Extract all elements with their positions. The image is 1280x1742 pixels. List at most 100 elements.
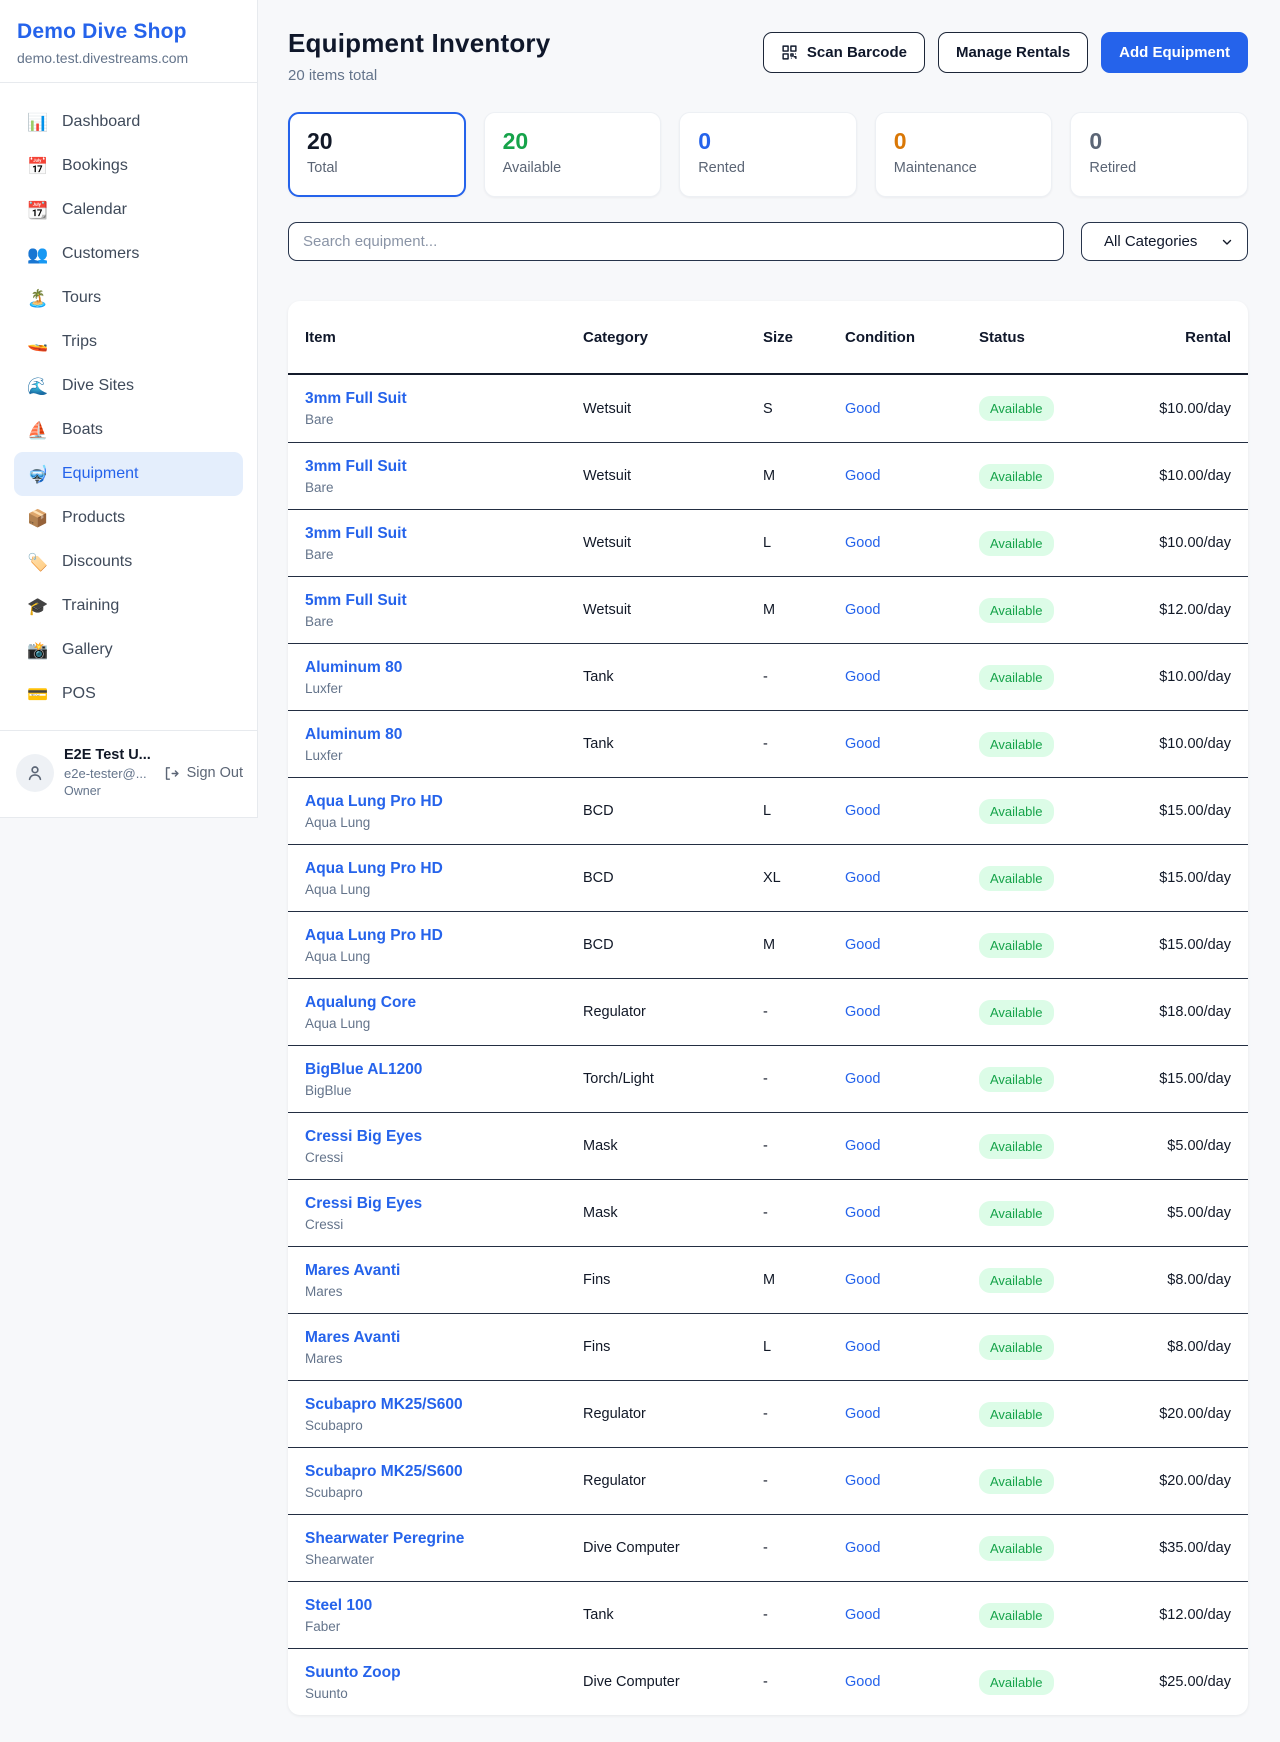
sidebar-item[interactable]: 👥 Customers — [14, 232, 243, 276]
table-row[interactable]: 3mm Full Suit Bare Wetsuit S Good Availa… — [288, 375, 1248, 442]
sidebar-item[interactable]: 📸 Gallery — [14, 628, 243, 672]
condition-link[interactable]: Good — [845, 1607, 979, 1623]
sidebar-item[interactable]: 📊 Dashboard — [14, 100, 243, 144]
condition-link[interactable]: Good — [845, 1205, 979, 1221]
sidebar-item[interactable]: 🤿 Equipment — [14, 452, 243, 496]
brand-block: Demo Dive Shop demo.test.divestreams.com — [0, 0, 257, 83]
table-row[interactable]: Mares Avanti Mares Fins M Good Available… — [288, 1246, 1248, 1313]
condition-link[interactable]: Good — [845, 468, 979, 484]
item-name-link[interactable]: Aluminum 80 — [305, 726, 583, 744]
chevron-down-icon — [1220, 235, 1234, 249]
table-row[interactable]: Aluminum 80 Luxfer Tank - Good Available… — [288, 710, 1248, 777]
condition-link[interactable]: Good — [845, 803, 979, 819]
table-row[interactable]: Shearwater Peregrine Shearwater Dive Com… — [288, 1514, 1248, 1581]
condition-link[interactable]: Good — [845, 937, 979, 953]
table-row[interactable]: Cressi Big Eyes Cressi Mask - Good Avail… — [288, 1112, 1248, 1179]
item-name-link[interactable]: Aqua Lung Pro HD — [305, 793, 583, 811]
category-select[interactable]: All Categories — [1081, 222, 1248, 261]
column-header-size: Size — [763, 329, 845, 346]
sidebar-item[interactable]: 📦 Products — [14, 496, 243, 540]
item-name-link[interactable]: 5mm Full Suit — [305, 592, 583, 610]
sidebar-item[interactable]: 🌊 Dive Sites — [14, 364, 243, 408]
table-row[interactable]: Aqua Lung Pro HD Aqua Lung BCD XL Good A… — [288, 844, 1248, 911]
sidebar-item[interactable]: 🏝️ Tours — [14, 276, 243, 320]
sidebar-item[interactable]: 🏷️ Discounts — [14, 540, 243, 584]
item-name-link[interactable]: Cressi Big Eyes — [305, 1195, 583, 1213]
condition-link[interactable]: Good — [845, 1339, 979, 1355]
item-name-link[interactable]: Cressi Big Eyes — [305, 1128, 583, 1146]
condition-link[interactable]: Good — [845, 535, 979, 551]
manage-rentals-button[interactable]: Manage Rentals — [938, 32, 1088, 73]
table-row[interactable]: 5mm Full Suit Bare Wetsuit M Good Availa… — [288, 576, 1248, 643]
table-row[interactable]: 3mm Full Suit Bare Wetsuit L Good Availa… — [288, 509, 1248, 576]
condition-link[interactable]: Good — [845, 669, 979, 685]
condition-link[interactable]: Good — [845, 401, 979, 417]
condition-link[interactable]: Good — [845, 1674, 979, 1690]
rental-price: $12.00/day — [1139, 1607, 1231, 1623]
table-row[interactable]: Aluminum 80 Luxfer Tank - Good Available… — [288, 643, 1248, 710]
sidebar-item[interactable]: ⛵ Boats — [14, 408, 243, 452]
add-equipment-button[interactable]: Add Equipment — [1101, 32, 1248, 73]
item-cell: Scubapro MK25/S600 Scubapro — [305, 1396, 583, 1433]
sidebar-item[interactable]: 📆 Calendar — [14, 188, 243, 232]
condition-link[interactable]: Good — [845, 602, 979, 618]
page-title: Equipment Inventory — [288, 28, 550, 59]
stat-card[interactable]: 20 Available — [484, 112, 662, 197]
table-row[interactable]: Aqua Lung Pro HD Aqua Lung BCD L Good Av… — [288, 777, 1248, 844]
table-row[interactable]: BigBlue AL1200 BigBlue Torch/Light - Goo… — [288, 1045, 1248, 1112]
item-name-link[interactable]: 3mm Full Suit — [305, 525, 583, 543]
condition-link[interactable]: Good — [845, 870, 979, 886]
table-row[interactable]: Scubapro MK25/S600 Scubapro Regulator - … — [288, 1380, 1248, 1447]
scan-barcode-button[interactable]: Scan Barcode — [763, 32, 925, 73]
table-row[interactable]: Suunto Zoop Suunto Dive Computer - Good … — [288, 1648, 1248, 1715]
item-name-link[interactable]: Aqua Lung Pro HD — [305, 860, 583, 878]
brand-name[interactable]: Demo Dive Shop — [17, 20, 239, 44]
table-row[interactable]: Steel 100 Faber Tank - Good Available $1… — [288, 1581, 1248, 1648]
item-name-link[interactable]: Scubapro MK25/S600 — [305, 1396, 583, 1414]
sidebar-item[interactable]: 🎓 Training — [14, 584, 243, 628]
table-row[interactable]: 3mm Full Suit Bare Wetsuit M Good Availa… — [288, 442, 1248, 509]
item-name-link[interactable]: Aluminum 80 — [305, 659, 583, 677]
item-brand: Mares — [305, 1284, 583, 1299]
item-name-link[interactable]: Scubapro MK25/S600 — [305, 1463, 583, 1481]
sign-out-button[interactable]: Sign Out — [163, 765, 243, 782]
sidebar-item[interactable]: 📅 Bookings — [14, 144, 243, 188]
status-cell: Available — [979, 1134, 1139, 1159]
item-name-link[interactable]: Steel 100 — [305, 1597, 583, 1615]
stat-card[interactable]: 20 Total — [288, 112, 466, 197]
item-name-link[interactable]: Aqua Lung Pro HD — [305, 927, 583, 945]
sidebar-item[interactable]: 🚤 Trips — [14, 320, 243, 364]
item-cell: 3mm Full Suit Bare — [305, 458, 583, 495]
item-name-link[interactable]: Mares Avanti — [305, 1262, 583, 1280]
table-row[interactable]: Mares Avanti Mares Fins L Good Available… — [288, 1313, 1248, 1380]
rental-price: $20.00/day — [1139, 1406, 1231, 1422]
item-name-link[interactable]: 3mm Full Suit — [305, 458, 583, 476]
size-cell: S — [763, 401, 845, 417]
condition-link[interactable]: Good — [845, 736, 979, 752]
table-row[interactable]: Aqua Lung Pro HD Aqua Lung BCD M Good Av… — [288, 911, 1248, 978]
item-brand: Scubapro — [305, 1418, 583, 1433]
sidebar-item-label: Customers — [62, 245, 139, 263]
item-name-link[interactable]: Shearwater Peregrine — [305, 1530, 583, 1548]
item-name-link[interactable]: Aqualung Core — [305, 994, 583, 1012]
condition-link[interactable]: Good — [845, 1272, 979, 1288]
condition-link[interactable]: Good — [845, 1004, 979, 1020]
item-name-link[interactable]: 3mm Full Suit — [305, 390, 583, 408]
condition-link[interactable]: Good — [845, 1406, 979, 1422]
stat-card[interactable]: 0 Retired — [1070, 112, 1248, 197]
table-row[interactable]: Cressi Big Eyes Cressi Mask - Good Avail… — [288, 1179, 1248, 1246]
stat-card[interactable]: 0 Maintenance — [875, 112, 1053, 197]
search-input[interactable] — [288, 222, 1064, 261]
item-name-link[interactable]: Suunto Zoop — [305, 1664, 583, 1682]
sidebar-item[interactable]: 💳 POS — [14, 672, 243, 716]
item-name-link[interactable]: BigBlue AL1200 — [305, 1061, 583, 1079]
tear-off-calendar-icon: 📆 — [27, 202, 49, 219]
condition-link[interactable]: Good — [845, 1540, 979, 1556]
stat-card[interactable]: 0 Rented — [679, 112, 857, 197]
item-name-link[interactable]: Mares Avanti — [305, 1329, 583, 1347]
condition-link[interactable]: Good — [845, 1473, 979, 1489]
condition-link[interactable]: Good — [845, 1138, 979, 1154]
table-row[interactable]: Scubapro MK25/S600 Scubapro Regulator - … — [288, 1447, 1248, 1514]
condition-link[interactable]: Good — [845, 1071, 979, 1087]
table-row[interactable]: Aqualung Core Aqua Lung Regulator - Good… — [288, 978, 1248, 1045]
